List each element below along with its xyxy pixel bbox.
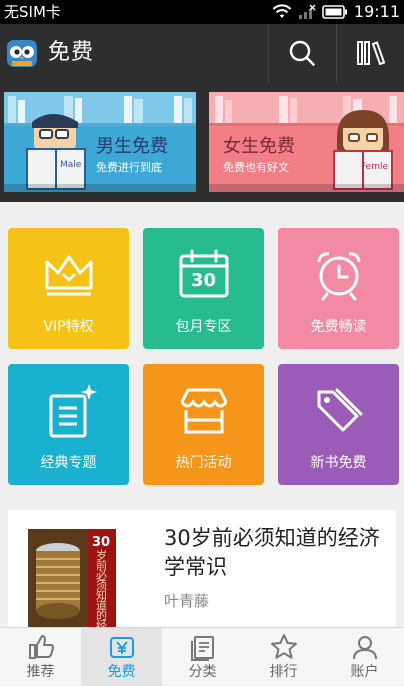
calendar-number: 30 [190,270,217,291]
tab-label: 分类 [188,664,217,680]
tile-classic[interactable]: 经典专题 [8,364,129,485]
signal-icon [298,4,316,19]
tile-vip[interactable]: VIP特权 [8,228,129,349]
bookshelf-button[interactable] [338,24,404,82]
book-author: 叶青藤 [164,592,210,610]
carrier-label: 无SIM卡 [4,3,61,21]
tile-label: 新书免费 [310,455,367,471]
battery-icon [322,5,347,19]
banner-subtitle: 免费进行到底 [96,161,162,174]
book-cover[interactable]: 30 岁前必须知道的经 [28,529,116,627]
tab-label: 免费 [107,664,136,680]
book-title[interactable]: 30岁前必须知道的经济学常识 [164,524,384,582]
bottom-tab-bar: 推荐 免费 分类 排行 账户 [0,627,404,686]
tile-label: 包月专区 [175,319,232,335]
female-free-banner[interactable]: Femle 女生免费 免费也有好文 [209,92,404,192]
crown-icon [45,255,92,296]
book-category-icon [190,636,214,661]
search-button[interactable] [269,24,335,82]
wifi-icon [272,4,292,18]
tile-label: 免费畅读 [310,319,367,335]
tab-ranking[interactable]: 排行 [243,628,324,686]
owl-logo-icon[interactable] [6,37,38,69]
star-icon [270,634,297,659]
tab-account[interactable]: 账户 [324,628,404,686]
storefront-icon [180,388,227,434]
tab-free[interactable]: 免费 [81,628,162,686]
reading-girl-illustration [333,110,393,190]
reading-boy-illustration [26,114,86,190]
divider [336,24,337,82]
floor-shadow [4,184,196,192]
banner-subtitle: 免费也有好文 [223,161,289,174]
thumbs-up-icon [28,635,54,659]
floor-shadow [209,184,404,192]
tile-free-read[interactable]: 免费畅读 [278,228,399,349]
price-tag-icon [317,388,362,432]
tab-label: 推荐 [26,664,55,680]
tab-label: 排行 [269,664,298,680]
tab-category[interactable]: 分类 [162,628,243,686]
book-label-male: Male [60,160,82,170]
tile-new-free[interactable]: 新书免费 [278,364,399,485]
clock: 19:11 [353,2,400,21]
book-recommendation-card[interactable]: 30 岁前必须知道的经 30岁前必须知道的经济学常识 叶青藤 [8,510,396,627]
tile-label: VIP特权 [43,319,94,335]
document-sparkle-icon [49,384,97,438]
tab-label: 账户 [350,664,379,680]
status-bar: 无SIM卡 19:11 [0,0,404,24]
banner-title: 男生免费 [96,136,168,157]
app-bar: 免费 [0,24,404,82]
book-label-female: Femle [361,162,389,172]
user-icon [352,636,377,660]
page-title: 免费 [48,40,95,65]
tile-monthly[interactable]: 30 包月专区 [143,228,264,349]
alarm-clock-icon [317,252,360,301]
yen-wallet-icon [109,637,134,658]
male-free-banner[interactable]: Male 男生免费 免费进行到底 [4,92,196,192]
banner-title: 女生免费 [223,136,295,157]
bookshelf-icon [357,41,386,66]
banner-strip: Male 男生免费 免费进行到底 Femle 女生免费 免费也有好文 [0,82,404,202]
cover-number: 30 [92,535,111,550]
cover-title: 岁前必须知道的经 [96,549,107,627]
tab-recommend[interactable]: 推荐 [0,628,81,686]
tile-label: 热门活动 [175,455,232,471]
tile-label: 经典专题 [40,455,97,471]
search-icon [289,40,315,66]
tile-events[interactable]: 热门活动 [143,364,264,485]
